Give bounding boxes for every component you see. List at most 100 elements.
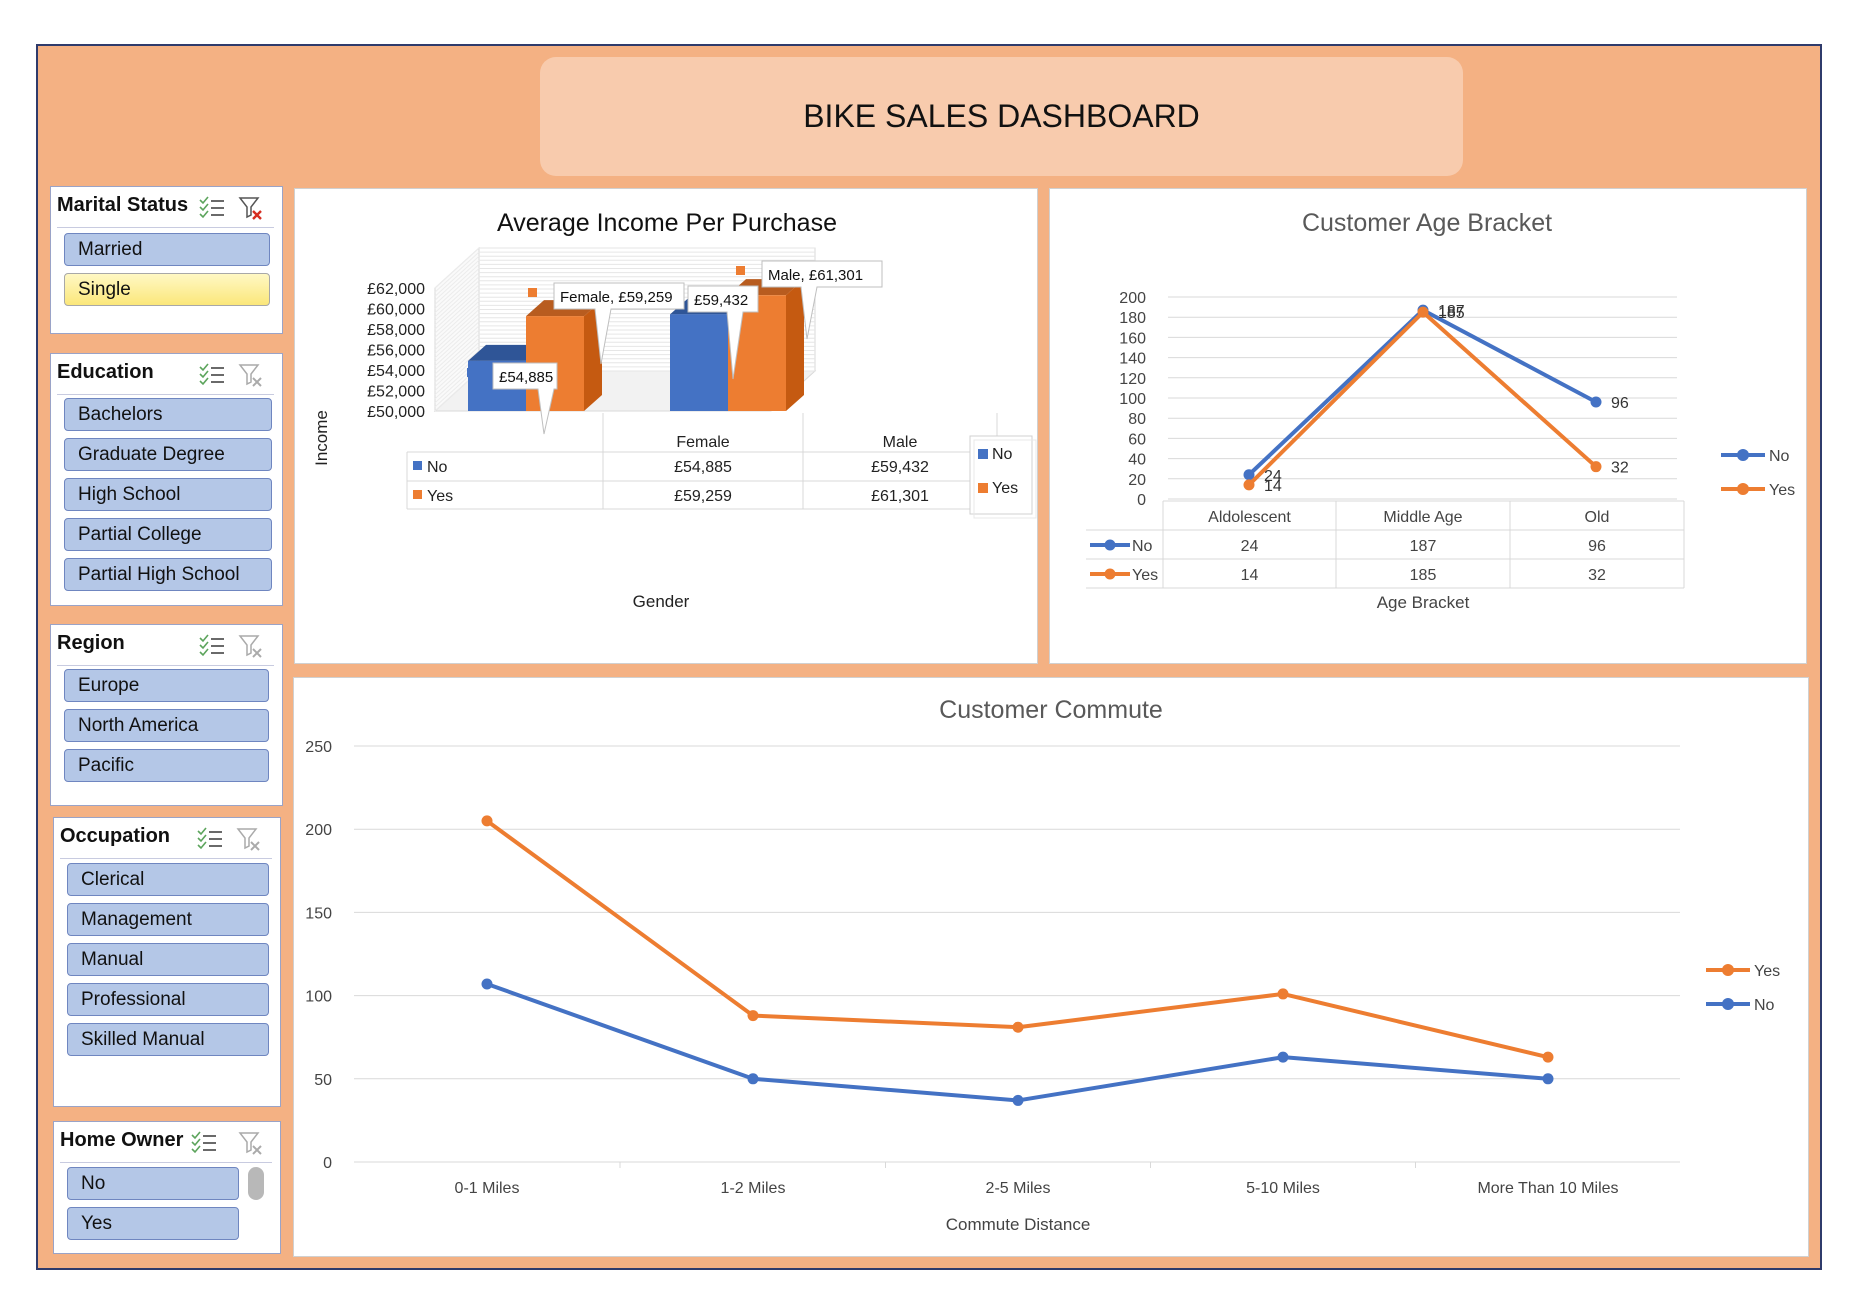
y-tick-labels: 0 20 40 60 80 100 120 140 160 180 200: [1119, 290, 1146, 509]
legend-key: [978, 449, 988, 459]
slicer-header: Education: [57, 354, 274, 395]
y-tick-labels: £50,000 £52,000 £54,000 £56,000 £58,000 £60,0…: [367, 281, 425, 421]
slicer-item-high-school[interactable]: High School: [64, 478, 272, 511]
slicer-item-pacific[interactable]: Pacific: [64, 749, 269, 782]
slicer-item-graduate-degree[interactable]: Graduate Degree: [64, 438, 272, 471]
slicer-item-single[interactable]: Single: [64, 273, 270, 306]
income-chart-panel: Average Income Per Purchase Income Gende…: [294, 188, 1038, 664]
legend-label: Yes: [1754, 963, 1780, 980]
y-tick-label: 80: [1128, 411, 1146, 428]
callout-label: Male, £61,301: [768, 267, 863, 284]
slicer-item-clerical[interactable]: Clerical: [67, 863, 269, 896]
table-value: 14: [1241, 567, 1259, 584]
chart-title: Customer Commute: [939, 696, 1163, 724]
y-axis-label: Income: [312, 410, 331, 466]
slicer-item-professional[interactable]: Professional: [67, 983, 269, 1016]
y-tick-label: 200: [1119, 290, 1146, 307]
y-tick-label: £60,000: [367, 302, 425, 319]
legend-item-no: No: [1706, 997, 1775, 1014]
slicer-title: Region: [57, 632, 125, 654]
y-tick-label: 50: [314, 1072, 332, 1089]
age-chart-panel: Customer Age Bracket Age Bracket 0 20 40 60…: [1049, 188, 1807, 664]
slicer-item-europe[interactable]: Europe: [64, 669, 269, 702]
multi-select-icon[interactable]: [199, 196, 224, 219]
table-category: Female: [676, 434, 729, 451]
data-point: [747, 1073, 759, 1085]
y-tick-label: 60: [1128, 431, 1146, 448]
multi-select-icon[interactable]: [199, 363, 224, 386]
table-category: Middle Age: [1383, 509, 1462, 526]
slicer-occupation: Occupation Clerical Management Manual Pr…: [53, 817, 281, 1107]
x-tick-label: 1-2 Miles: [721, 1180, 786, 1197]
data-point: [481, 978, 493, 990]
slicer-item-married[interactable]: Married: [64, 233, 270, 266]
slicer-header: Home Owner: [60, 1122, 272, 1163]
y-tick-label: 100: [305, 989, 332, 1006]
bar-side: [786, 279, 804, 411]
data-label: 32: [1611, 460, 1629, 477]
commute-chart: Customer Commute Commute Distance 0 50 100…: [305, 696, 1780, 1234]
clear-filter-icon[interactable]: [238, 197, 262, 220]
data-label: 96: [1611, 395, 1629, 412]
x-axis-label: Commute Distance: [946, 1215, 1091, 1234]
y-tick-label: 160: [1119, 330, 1146, 347]
slicer-item-manual[interactable]: Manual: [67, 943, 269, 976]
series-line: [485, 819, 1549, 1060]
slicer-region: Region Europe North America Pacific: [50, 624, 283, 806]
y-tick-label: 40: [1128, 452, 1146, 469]
table-value: 185: [1410, 567, 1437, 584]
x-tick-label: More Than 10 Miles: [1477, 1180, 1618, 1197]
data-point: [1590, 396, 1602, 408]
table-legend-marker: [1104, 568, 1116, 580]
series-line: [486, 982, 1549, 1103]
slicer-item-management[interactable]: Management: [67, 903, 269, 936]
legend-item-yes: Yes: [1721, 482, 1795, 499]
clear-filter-icon[interactable]: [238, 635, 262, 658]
y-tick-label: 250: [305, 739, 332, 756]
series-no: 2418796: [1243, 303, 1629, 485]
legend-marker: [1722, 998, 1734, 1010]
table-value: 96: [1588, 538, 1606, 555]
multi-select-icon[interactable]: [197, 827, 222, 850]
slicer-title: Education: [57, 361, 154, 383]
slicer-home-owner: Home Owner No Yes: [53, 1121, 281, 1254]
y-tick-label: £54,000: [367, 363, 425, 380]
table-value: £59,259: [674, 488, 732, 505]
multi-select-icon[interactable]: [191, 1131, 216, 1154]
legend-label: No: [992, 446, 1013, 463]
slicer-item-bachelors[interactable]: Bachelors: [64, 398, 272, 431]
chart-title: Average Income Per Purchase: [497, 209, 837, 237]
callout-marker: [736, 266, 745, 275]
legend: Yes No: [1706, 963, 1780, 1014]
y-tick-label: 120: [1119, 371, 1146, 388]
y-tick-labels: 0 50 100 150 200 250: [305, 739, 332, 1172]
slicer-item-partial-high-school[interactable]: Partial High School: [64, 558, 272, 591]
dashboard-title: BIKE SALES DASHBOARD: [540, 57, 1463, 176]
legend-label: No: [1754, 997, 1775, 1014]
slicer-item-skilled-manual[interactable]: Skilled Manual: [67, 1023, 269, 1056]
multi-select-icon[interactable]: [199, 634, 224, 657]
data-point: [481, 815, 493, 827]
table-value: £59,432: [871, 459, 929, 476]
slicer-item-north-america[interactable]: North America: [64, 709, 269, 742]
slicer-item-partial-college[interactable]: Partial College: [64, 518, 272, 551]
legend-key: [978, 483, 988, 493]
clear-filter-icon[interactable]: [238, 1132, 262, 1155]
clear-filter-icon[interactable]: [238, 364, 262, 387]
callout-label: £54,885: [499, 369, 553, 386]
series-yes: 14 185 32: [1243, 305, 1629, 495]
x-tick-label: 5-10 Miles: [1246, 1180, 1320, 1197]
table-series-name: Yes: [427, 488, 453, 505]
slicer-scrollbar[interactable]: [248, 1167, 264, 1200]
table-row-yes: Yes 14 185 32: [1090, 567, 1606, 584]
x-axis-label: Age Bracket: [1377, 593, 1470, 612]
data-point: [1012, 1094, 1024, 1106]
slicer-header: Occupation: [60, 818, 272, 859]
slicer-item-yes[interactable]: Yes: [67, 1207, 239, 1240]
slicer-item-no[interactable]: No: [67, 1167, 239, 1200]
clear-filter-icon[interactable]: [236, 828, 260, 851]
legend-label: Yes: [992, 480, 1018, 497]
x-tick-labels: 0-1 Miles 1-2 Miles 2-5 Miles 5-10 Miles Mor…: [455, 1162, 1619, 1197]
data-label: 185: [1438, 305, 1465, 322]
y-tick-label: 20: [1128, 472, 1146, 489]
